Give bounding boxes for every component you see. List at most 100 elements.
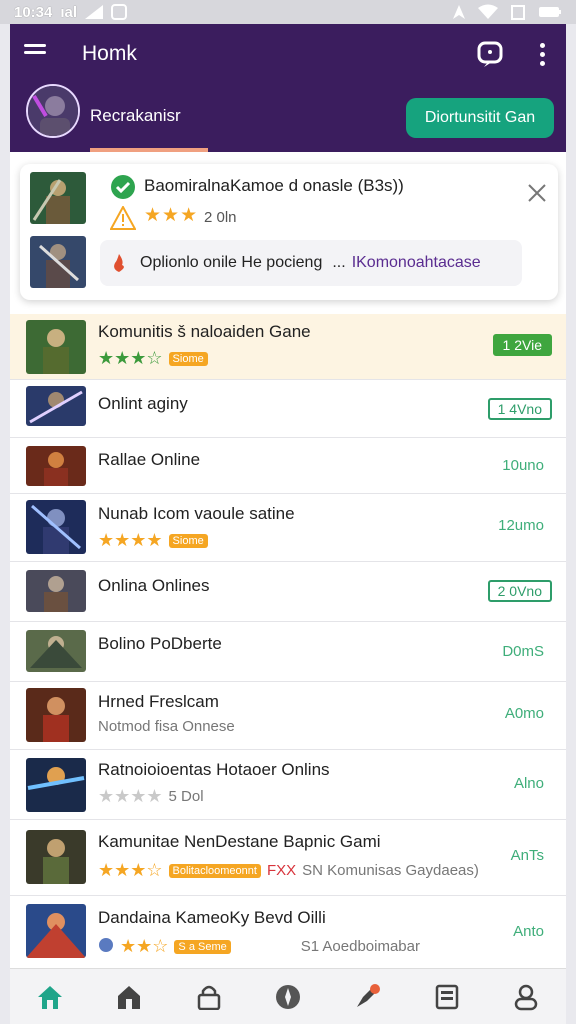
app-bar: Homk Recrakanisr Diortunsitit Gan: [10, 24, 566, 152]
game-thumbnail: [26, 500, 86, 554]
notification-message-text: Oplionlo onile He pocieng: [140, 254, 323, 271]
game-meta: S1 Aoedboimabar: [300, 938, 420, 955]
game-fx-label: FXX: [266, 862, 297, 879]
tab-indicator: [90, 148, 208, 152]
profile-name: Recrakanisr: [90, 106, 181, 125]
status-time: 10:34: [14, 3, 53, 21]
status-carrier: ıal: [60, 3, 78, 21]
close-icon[interactable]: [526, 182, 548, 204]
game-tag: S a Seme: [174, 939, 231, 954]
list-item[interactable]: Dandaina KameoKy Bevd Oilli ★★☆ S a Seme…: [10, 896, 566, 970]
app-frame: Homk Recrakanisr Diortunsitit Gan Baomir…: [10, 24, 566, 1024]
player-count-badge: 12umo: [498, 517, 544, 534]
game-tag: Siome: [168, 351, 208, 366]
sim-icon: [510, 4, 526, 20]
game-title: Onlina Onlines: [98, 576, 210, 595]
game-title: Onlint aginy: [98, 394, 188, 413]
game-thumbnail: [26, 446, 86, 486]
game-tag: Siome: [168, 533, 208, 548]
signal-icon: [85, 5, 104, 19]
game-title: Rallae Online: [98, 450, 201, 469]
player-count-badge: A0mo: [504, 705, 544, 722]
list-item[interactable]: Onlina Onlines 2 0Vno: [10, 562, 566, 622]
game-list: Komunitis š naloaiden Gane ★★★☆ Siome 1 …: [10, 314, 566, 970]
game-title: Bolino PoDberte: [98, 634, 222, 653]
location-icon: [452, 4, 466, 20]
lock-icon[interactable]: [189, 977, 229, 1017]
game-title: Kamunitae NenDestane Bapnic Gami: [98, 832, 381, 851]
profile-icon[interactable]: [506, 977, 546, 1017]
notification-card[interactable]: BaomiralnaKamoe d onasle (B3s)) ★★★ 2 0l…: [20, 164, 558, 300]
list-item[interactable]: Komunitis š naloaiden Gane ★★★☆ Siome 1 …: [10, 314, 566, 380]
fire-icon: [114, 254, 124, 272]
rating-stars: ★★★☆: [98, 348, 163, 368]
check-circle-icon: [110, 174, 136, 200]
player-count-badge: 10uno: [502, 457, 544, 474]
game-thumbnail: [26, 904, 86, 958]
game-rating: ★★★☆ Bolitacloomeonnt FXX SN Komunisas G…: [98, 860, 479, 881]
list-item[interactable]: Nunab Icom vaoule satine ★★★★ Siome 12um…: [10, 494, 566, 562]
store-icon[interactable]: [109, 977, 149, 1017]
more-options-icon[interactable]: [532, 40, 552, 68]
game-thumbnail: [30, 236, 86, 288]
chat-icon[interactable]: [476, 40, 504, 68]
game-rating: ★★☆ S a Seme S1 Aoedboimabar: [98, 936, 420, 957]
player-count-badge: D0mS: [502, 643, 544, 660]
wifi-icon: [478, 4, 498, 20]
bottom-nav: [10, 968, 566, 1024]
notification-ellipsis: ...: [332, 254, 346, 271]
status-bar: 10:34 ıal: [0, 0, 576, 24]
game-title: Ratnoioioentas Hotaoer Onlins: [98, 760, 330, 779]
compass-icon[interactable]: [268, 977, 308, 1017]
notification-link[interactable]: IKomonoahtacase: [352, 254, 481, 272]
game-meta: SN Komunisas Gaydaeas): [302, 862, 479, 879]
game-title: Hrned Freslcam: [98, 692, 219, 711]
list-item[interactable]: Kamunitae NenDestane Bapnic Gami ★★★☆ Bo…: [10, 820, 566, 896]
game-rating: ★★★☆ Siome: [98, 348, 208, 369]
game-rating: ★★★★ Siome: [98, 530, 208, 551]
player-count-badge: Anto: [513, 923, 544, 940]
list-item[interactable]: Bolino PoDberte D0mS: [10, 622, 566, 682]
game-thumbnail: [30, 172, 86, 224]
list-item[interactable]: Rallae Online 10uno: [10, 438, 566, 494]
game-thumbnail: [26, 758, 86, 812]
game-title: Komunitis š naloaiden Gane: [98, 322, 311, 341]
battery-icon: [538, 5, 562, 19]
game-tag: Bolitacloomeonnt: [168, 863, 261, 878]
game-title: Nunab Icom vaoule satine: [98, 504, 295, 523]
game-thumbnail: [26, 688, 86, 742]
player-count-badge: Alno: [513, 775, 544, 792]
game-thumbnail: [26, 386, 86, 426]
rocket-icon[interactable]: [347, 977, 387, 1017]
menu-icon[interactable]: [24, 40, 54, 68]
player-count-badge: 1 4Vno: [487, 398, 552, 420]
notification-title: BaomiralnaKamoe d onasle (B3s)): [144, 176, 404, 195]
game-thumbnail: [26, 570, 86, 612]
game-thumbnail: [26, 630, 86, 672]
list-item[interactable]: Ratnoioioentas Hotaoer Onlins ★★★★ 5 Dol…: [10, 750, 566, 820]
list-item[interactable]: Hrned Freslcam Notmod fisa Onnese A0mo: [10, 682, 566, 750]
game-thumbnail: [26, 830, 86, 884]
home-icon[interactable]: [30, 977, 70, 1017]
game-subtitle: Notmod fisa Onnese: [98, 718, 235, 735]
user-avatar-icon: [98, 937, 114, 957]
player-count-badge: 1 2Vie: [492, 334, 552, 356]
list-item[interactable]: Onlint aginy 1 4Vno: [10, 380, 566, 438]
game-title: Dandaina KameoKy Bevd Oilli: [98, 908, 326, 927]
notification-meta: 2 0ln: [204, 209, 237, 226]
app-notification-icon: [111, 4, 128, 20]
notification-message[interactable]: Oplionlo onile He pocieng ... IKomonoaht…: [100, 240, 522, 286]
player-count-badge: 2 0Vno: [487, 580, 552, 602]
game-meta: 5 Dol: [168, 788, 204, 805]
game-rating: ★★★★ 5 Dol: [98, 786, 204, 807]
rating-stars: ★★★★: [98, 786, 163, 806]
warning-icon: [109, 204, 137, 230]
avatar[interactable]: [26, 84, 80, 138]
news-icon[interactable]: [427, 977, 467, 1017]
rating-stars: ★★★: [144, 205, 199, 226]
player-count-badge: AnTs: [510, 847, 544, 864]
game-thumbnail: [26, 320, 86, 374]
page-title: Homk: [82, 42, 137, 65]
rating-stars: ★★★☆: [98, 860, 163, 880]
primary-action-button[interactable]: Diortunsitit Gan: [406, 98, 554, 138]
